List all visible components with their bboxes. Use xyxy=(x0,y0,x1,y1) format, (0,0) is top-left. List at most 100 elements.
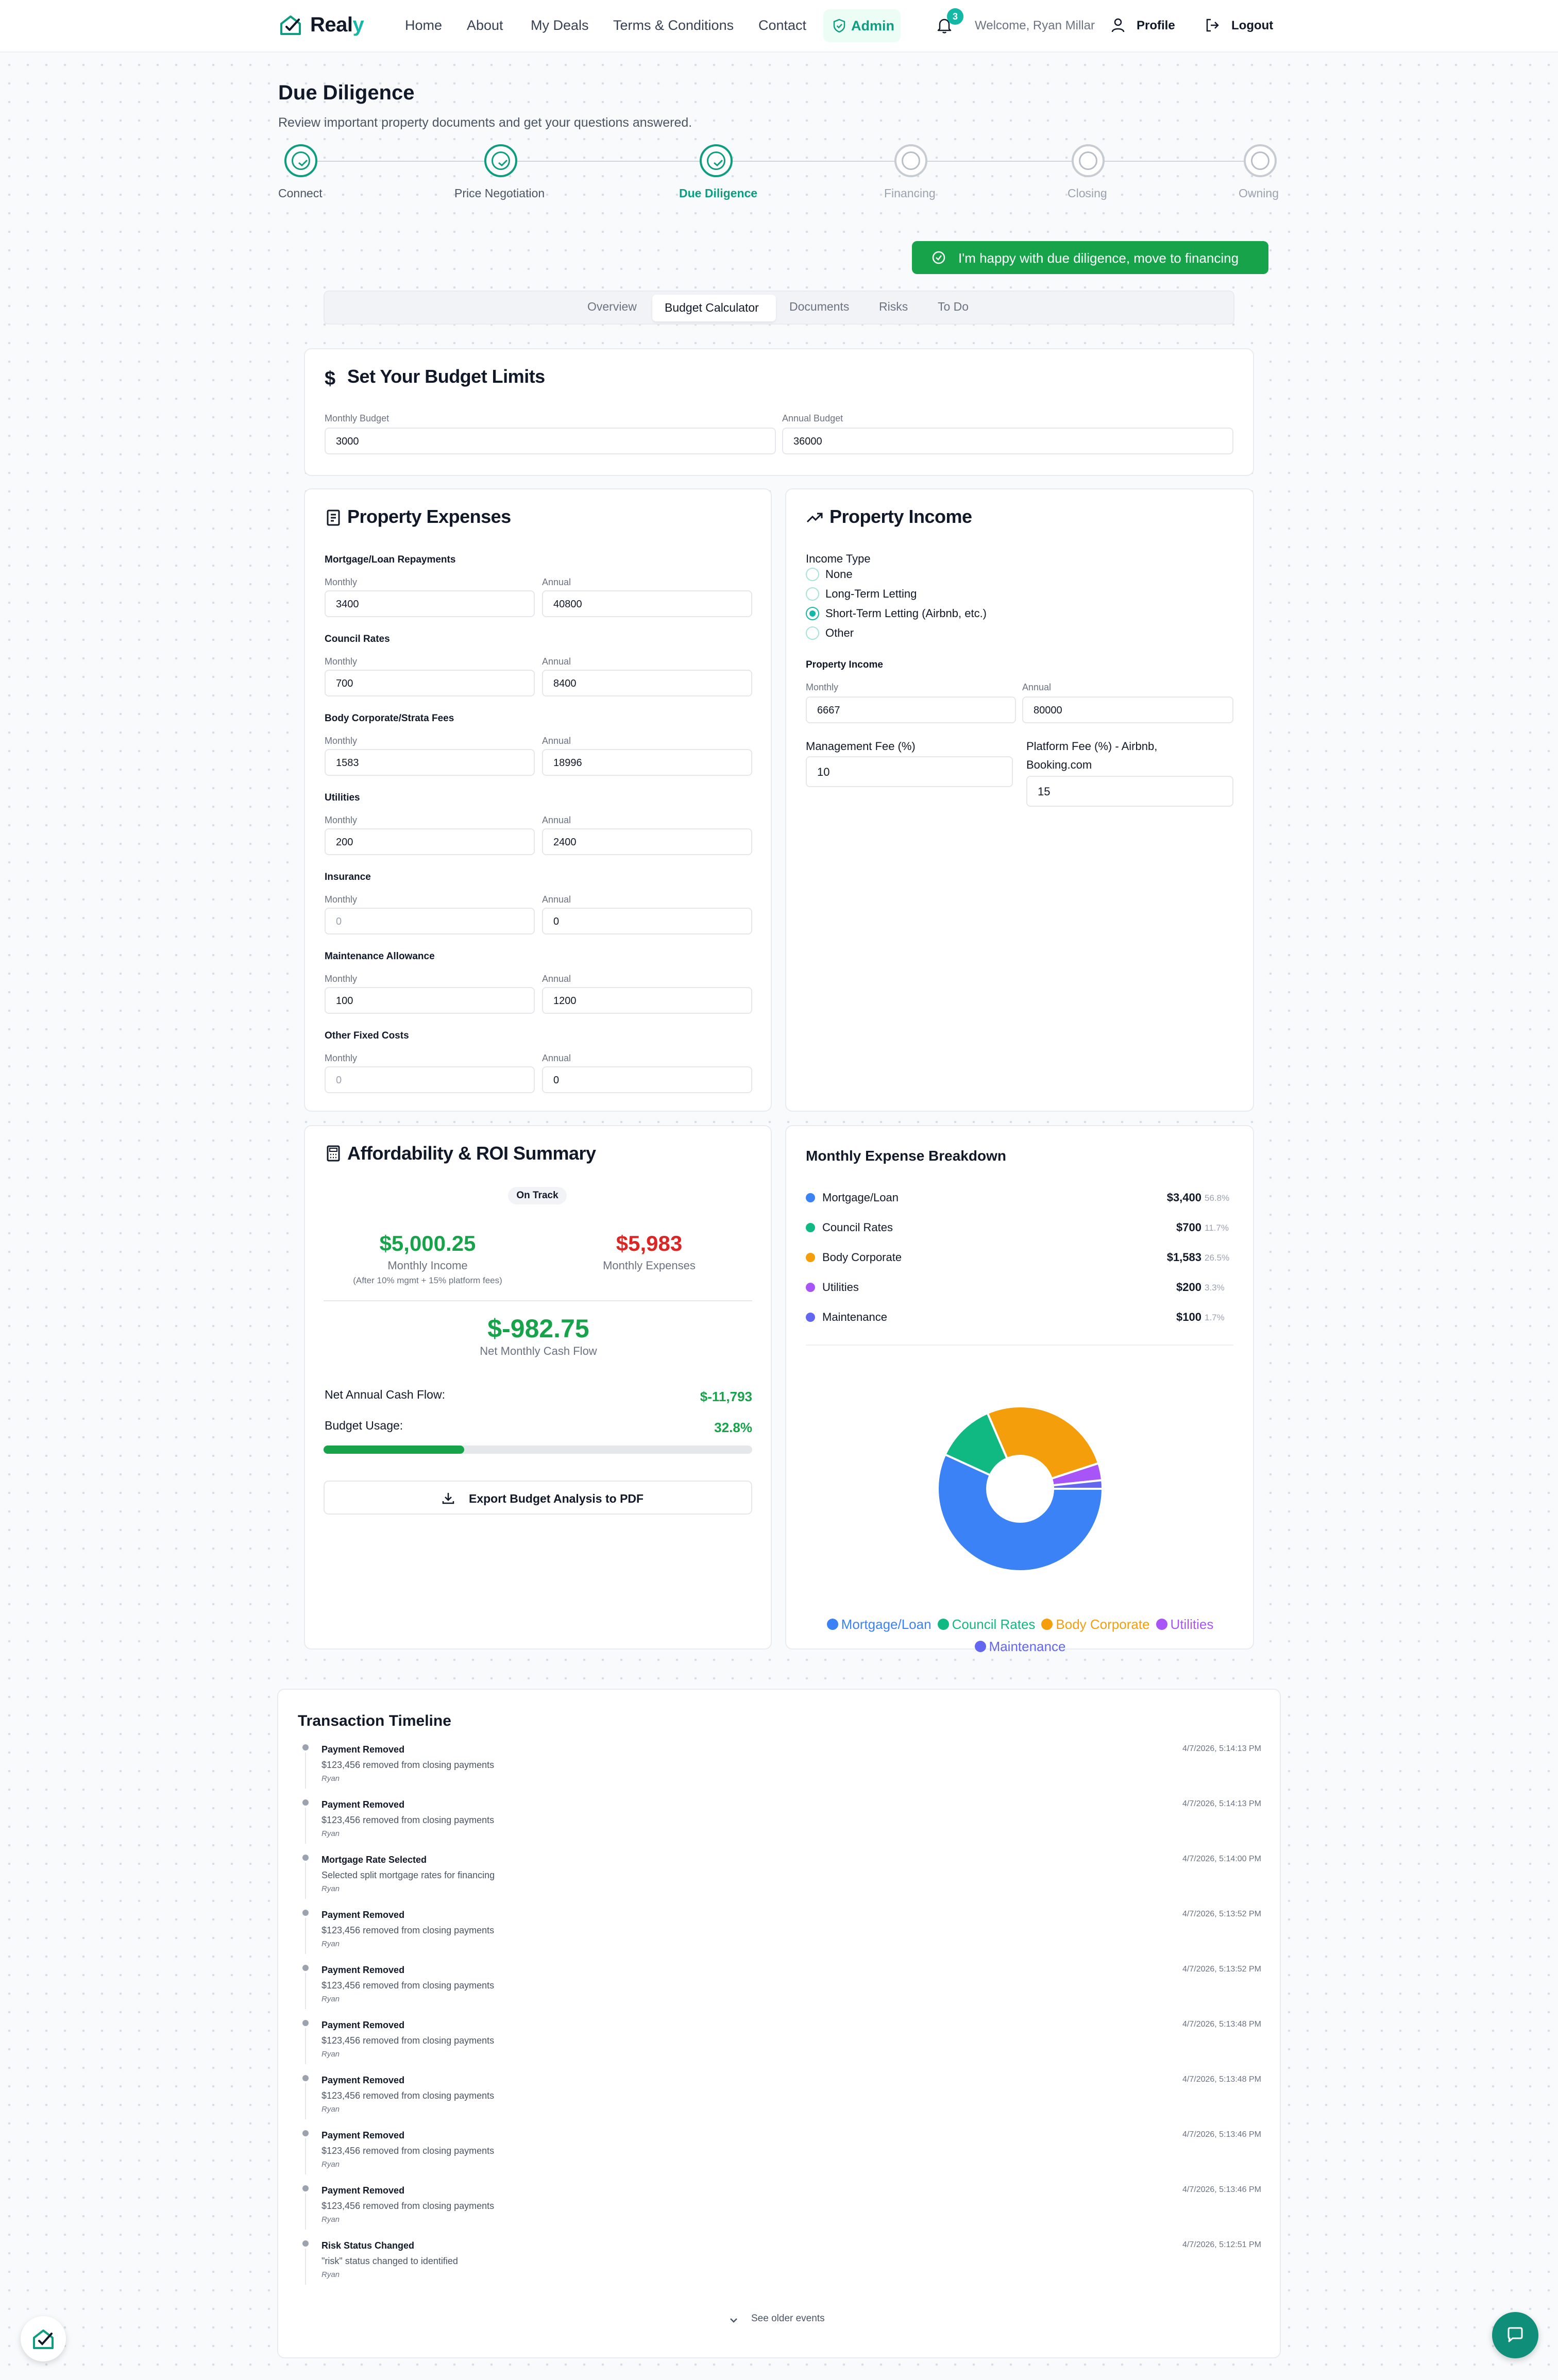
nav-link-contact[interactable]: Contact xyxy=(758,18,806,33)
timeline-event-title: Payment Removed xyxy=(321,2185,405,2196)
expense-monthly-input[interactable]: 0 xyxy=(325,908,535,934)
dollar-icon: $ xyxy=(325,368,336,389)
logout-link[interactable]: Logout xyxy=(1231,19,1273,33)
timeline-event-user: Ryan xyxy=(321,2270,340,2279)
radio-short-term[interactable] xyxy=(806,607,819,620)
tab-documents[interactable]: Documents xyxy=(789,300,849,314)
breakdown-item-value: $700 xyxy=(1176,1221,1201,1234)
brand-name[interactable]: Realy xyxy=(310,13,364,37)
notification-badge: 3 xyxy=(947,8,963,25)
timeline-connector xyxy=(305,1753,306,1789)
timeline-connector xyxy=(305,2083,306,2119)
expense-annual-input[interactable]: 0 xyxy=(542,1066,752,1093)
timeline-event-desc: $123,456 removed from closing payments xyxy=(321,1815,495,1825)
timeline-event-desc: $123,456 removed from closing payments xyxy=(321,1925,495,1935)
export-pdf-button[interactable]: Export Budget Analysis to PDF xyxy=(324,1481,752,1515)
radio-other[interactable] xyxy=(806,626,819,640)
page-subtitle: Review important property documents and … xyxy=(278,115,692,130)
legend-item[interactable]: Mortgage/Loan xyxy=(826,1614,932,1637)
profile-link[interactable]: Profile xyxy=(1137,19,1175,33)
timeline-event: Payment Removed $123,456 removed from clo… xyxy=(298,2185,1261,2237)
tab-risks[interactable]: Risks xyxy=(879,300,908,314)
legend-item[interactable]: Council Rates xyxy=(937,1614,1035,1637)
expense-monthly-input[interactable]: 700 xyxy=(325,670,535,696)
timeline-event-user: Ryan xyxy=(321,2105,340,2114)
expense-annual-label: Annual xyxy=(542,656,571,667)
nav-link-terms[interactable]: Terms & Conditions xyxy=(613,18,734,33)
step-price-negotiation-label: Price Negotiation xyxy=(454,186,545,200)
tab-budget-calculator[interactable]: Budget Calculator xyxy=(665,301,759,315)
expense-annual-input[interactable]: 2400 xyxy=(542,828,752,855)
timeline-dot xyxy=(302,2240,309,2247)
timeline-dot xyxy=(302,1744,309,1750)
step-owning-circle[interactable] xyxy=(1244,144,1277,177)
expense-annual-input[interactable]: 40800 xyxy=(542,590,752,617)
nav-link-home[interactable]: Home xyxy=(405,18,442,33)
breakdown-item-value: $1,583 xyxy=(1166,1251,1201,1264)
expense-group-label: Insurance xyxy=(325,872,371,882)
legend-item[interactable]: Body Corporate xyxy=(1041,1614,1150,1637)
user-icon[interactable] xyxy=(1111,18,1125,33)
move-to-financing-button[interactable]: I'm happy with due diligence, move to fi… xyxy=(912,241,1268,274)
timeline-event-desc: $123,456 removed from closing payments xyxy=(321,2035,495,2046)
expense-monthly-label: Monthly xyxy=(325,577,358,587)
chat-button[interactable] xyxy=(1492,2312,1538,2358)
admin-link[interactable]: Admin xyxy=(823,9,901,42)
management-fee-input[interactable]: 10 xyxy=(806,756,1013,787)
expense-annual-input[interactable]: 8400 xyxy=(542,670,752,696)
assistant-logo-button[interactable] xyxy=(21,2316,66,2361)
step-price-negotiation-circle[interactable] xyxy=(484,144,517,177)
income-monthly-label: Monthly xyxy=(806,682,839,692)
legend-label: Utilities xyxy=(1170,1617,1214,1632)
tab-overview[interactable]: Overview xyxy=(587,300,637,314)
step-due-diligence-circle[interactable] xyxy=(700,144,733,177)
see-older-events-link[interactable]: See older events xyxy=(751,2313,825,2324)
timeline-connector xyxy=(305,1918,306,1954)
timeline-event: Payment Removed $123,456 removed from clo… xyxy=(298,2075,1261,2127)
step-financing-circle[interactable] xyxy=(894,144,927,177)
radio-none[interactable] xyxy=(806,568,819,581)
timeline-dot xyxy=(302,1799,309,1806)
radio-long-term[interactable] xyxy=(806,587,819,601)
timeline-event-desc: $123,456 removed from closing payments xyxy=(321,2090,495,2101)
expense-group-label: Maintenance Allowance xyxy=(325,951,435,962)
step-connect-circle[interactable] xyxy=(284,144,317,177)
expense-monthly-input[interactable]: 0 xyxy=(325,1066,535,1093)
status-badge: On Track xyxy=(508,1187,567,1204)
house-check-logo-icon[interactable] xyxy=(278,12,303,37)
timeline-event-title: Payment Removed xyxy=(321,1965,405,1975)
chat-bubble-icon xyxy=(1508,2327,1523,2342)
legend-dot xyxy=(806,1253,815,1262)
timeline-event-desc: $123,456 removed from closing payments xyxy=(321,2201,495,2211)
legend-dot xyxy=(826,1619,838,1630)
management-fee-label: Management Fee (%) xyxy=(806,740,916,753)
expense-monthly-input[interactable]: 100 xyxy=(325,987,535,1014)
chevron-down-icon xyxy=(730,2318,737,2323)
nav-link-about[interactable]: About xyxy=(467,18,503,33)
expense-annual-input[interactable]: 18996 xyxy=(542,749,752,776)
page-title: Due Diligence xyxy=(278,81,415,104)
budget-usage-fill xyxy=(324,1446,464,1454)
annual-budget-input[interactable]: 36000 xyxy=(782,428,1233,454)
income-monthly-input[interactable]: 6667 xyxy=(806,696,1016,723)
expense-annual-input[interactable]: 1200 xyxy=(542,987,752,1014)
radio-short-term-label: Short-Term Letting (Airbnb, etc.) xyxy=(825,607,987,620)
legend-dot xyxy=(1041,1619,1053,1630)
expense-monthly-input[interactable]: 3400 xyxy=(325,590,535,617)
expense-group-label: Mortgage/Loan Repayments xyxy=(325,554,456,565)
platform-fee-input[interactable]: 15 xyxy=(1026,776,1233,807)
expense-monthly-input[interactable]: 1583 xyxy=(325,749,535,776)
step-closing-circle[interactable] xyxy=(1072,144,1105,177)
expense-annual-input[interactable]: 0 xyxy=(542,908,752,934)
legend-item[interactable]: Maintenance xyxy=(974,1637,1065,1659)
tab-to-do[interactable]: To Do xyxy=(938,300,969,314)
welcome-text: Welcome, Ryan Millar xyxy=(975,19,1095,32)
expense-monthly-input[interactable]: 200 xyxy=(325,828,535,855)
expense-annual-label: Annual xyxy=(542,894,571,905)
net-monthly-value: $-982.75 xyxy=(487,1314,589,1343)
income-annual-input[interactable]: 80000 xyxy=(1022,696,1233,723)
legend-item[interactable]: Utilities xyxy=(1156,1614,1214,1637)
nav-link-my-deals[interactable]: My Deals xyxy=(531,18,589,33)
logout-icon[interactable] xyxy=(1205,18,1220,33)
monthly-budget-input[interactable]: 3000 xyxy=(325,428,776,454)
